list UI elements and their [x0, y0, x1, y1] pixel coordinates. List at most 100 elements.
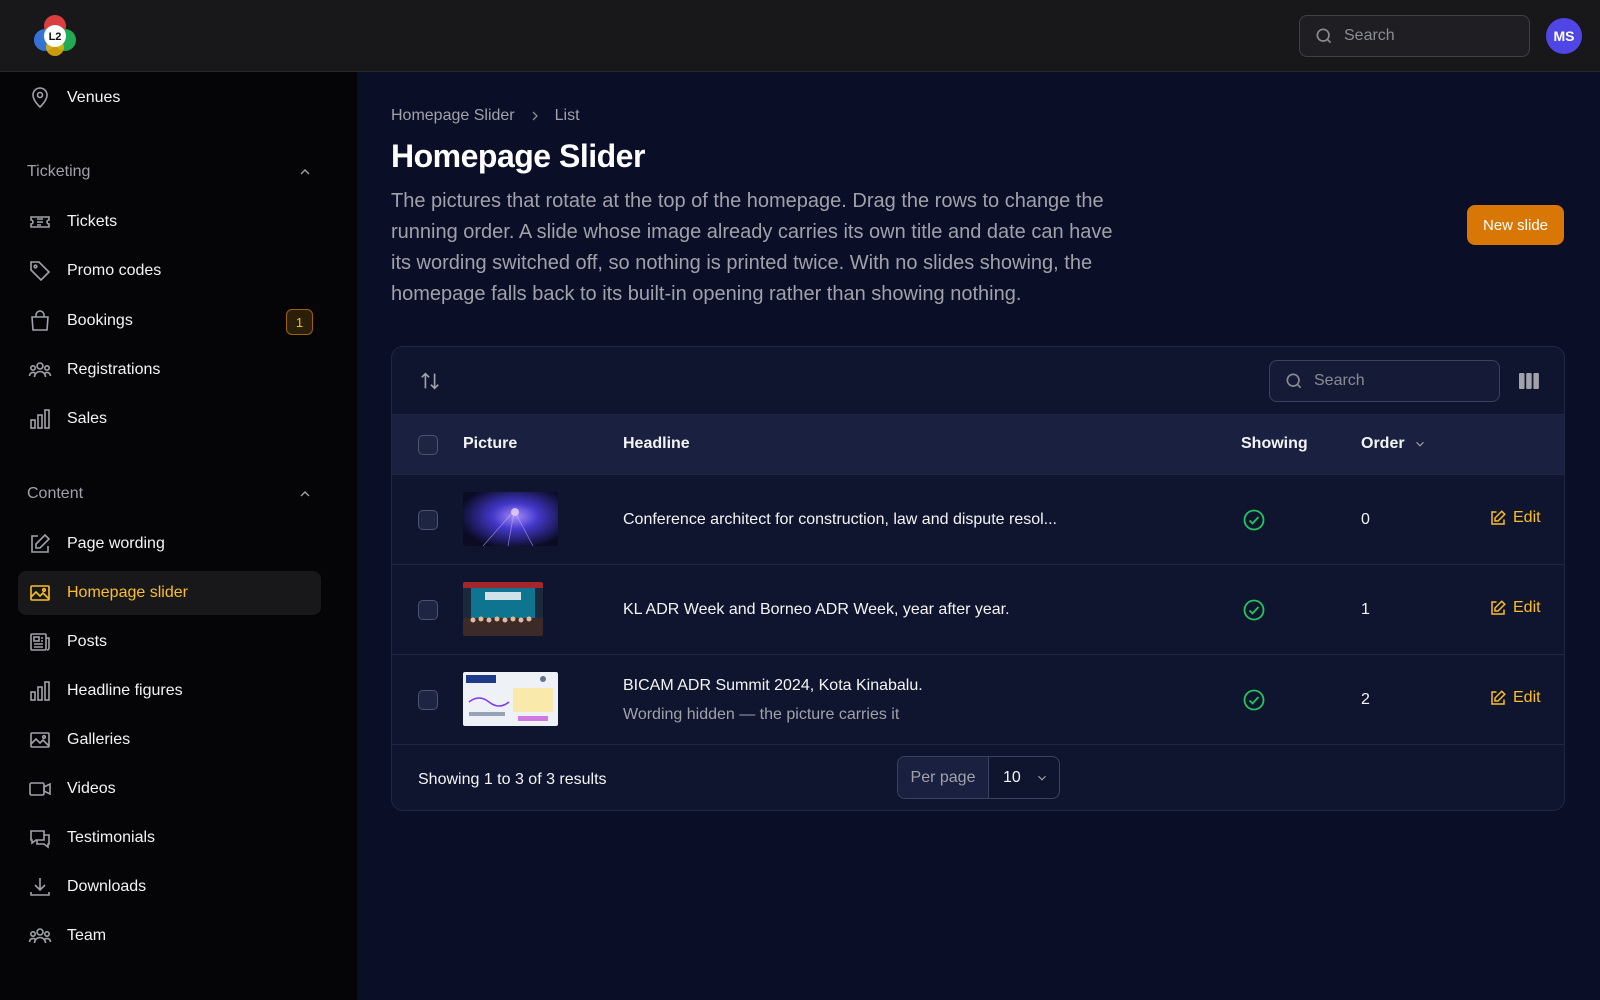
table-toolbar: [392, 347, 1564, 415]
ticket-icon: [30, 216, 50, 228]
slide-headline: Conference architect for construction, l…: [623, 511, 1057, 528]
results-summary: Showing 1 to 3 of 3 results: [418, 771, 607, 788]
row-checkbox[interactable]: [418, 600, 438, 620]
global-search-input[interactable]: [1344, 27, 1504, 45]
sidebar-item-tickets[interactable]: Tickets: [18, 200, 321, 244]
group-header-content[interactable]: Content: [27, 482, 313, 506]
sidebar-item-label: Tickets: [67, 213, 118, 230]
edit-button[interactable]: Edit: [1489, 509, 1541, 527]
slide-headline: KL ADR Week and Borneo ADR Week, year af…: [623, 601, 1010, 618]
breadcrumb: Homepage Slider List: [391, 107, 580, 125]
sidebar-item-label: Promo codes: [67, 262, 162, 279]
group-heading: Content: [27, 485, 84, 502]
sidebar-item-downloads[interactable]: Downloads: [18, 865, 321, 909]
sidebar-item-label: Testimonials: [67, 829, 156, 846]
table-row[interactable]: KL ADR Week and Borneo ADR Week, year af…: [392, 565, 1564, 655]
sidebar-item-team[interactable]: Team: [18, 914, 321, 958]
per-page-number: 10: [1003, 768, 1021, 786]
per-page-select[interactable]: Per page 10: [897, 756, 1060, 799]
users-icon: [28, 928, 52, 944]
slide-order: 1: [1361, 601, 1370, 618]
select-all-checkbox[interactable]: [418, 435, 438, 455]
edit-label: Edit: [1513, 599, 1541, 616]
app-logo[interactable]: L2: [33, 14, 77, 58]
column-header-showing: Showing: [1241, 435, 1308, 452]
sidebar-item-label: Venues: [67, 89, 121, 106]
column-header-headline: Headline: [623, 435, 690, 452]
column-header-picture: Picture: [463, 435, 518, 452]
slide-order: 0: [1361, 511, 1370, 528]
sidebar-item-label: Downloads: [67, 878, 147, 895]
sidebar-item-homepage-slider[interactable]: Homepage slider: [18, 571, 321, 615]
sidebar-item-posts[interactable]: Posts: [18, 620, 321, 664]
shopping-bag-icon: [31, 310, 49, 331]
sidebar-item-label: Posts: [67, 633, 108, 650]
table-row[interactable]: Conference architect for construction, l…: [392, 475, 1564, 565]
check-circle-icon: [1243, 599, 1265, 621]
wording-hidden-note: Wording hidden — the picture carries it: [623, 706, 900, 723]
bar-chart-icon: [30, 681, 50, 701]
check-circle-icon: [1243, 509, 1265, 531]
table-footer: Showing 1 to 3 of 3 results Per page 10: [392, 746, 1564, 810]
chevron-up-icon: [300, 169, 310, 175]
search-icon: [1286, 373, 1302, 389]
sidebar-item-videos[interactable]: Videos: [18, 767, 321, 811]
edit-button[interactable]: Edit: [1489, 689, 1541, 707]
sidebar-item-label: Registrations: [67, 361, 161, 378]
group-header-ticketing[interactable]: Ticketing: [27, 160, 313, 184]
global-search[interactable]: [1299, 15, 1530, 57]
edit-button[interactable]: Edit: [1489, 599, 1541, 617]
chevron-down-icon: [1037, 775, 1046, 781]
bookings-count-badge: 1: [286, 309, 313, 335]
top-bar: L2 MS: [0, 0, 1600, 72]
sidebar-item-registrations[interactable]: Registrations: [18, 348, 321, 392]
sidebar-item-bookings[interactable]: Bookings 1: [18, 299, 321, 343]
search-icon: [1316, 28, 1332, 44]
column-header-order[interactable]: Order: [1361, 435, 1427, 453]
breadcrumb-current: List: [554, 107, 580, 124]
table-header: Picture Headline Showing Order: [392, 415, 1564, 475]
sidebar-item-label: Homepage slider: [67, 584, 188, 601]
download-icon: [30, 878, 50, 896]
reorder-icon[interactable]: [419, 370, 441, 392]
sidebar-item-sales[interactable]: Sales: [18, 397, 321, 441]
table-search[interactable]: [1269, 360, 1500, 402]
sidebar-item-label: Page wording: [67, 535, 165, 552]
table-search-input[interactable]: [1314, 372, 1474, 390]
sidebar-item-label: Sales: [67, 410, 108, 427]
users-icon: [28, 362, 52, 378]
newspaper-icon: [30, 633, 50, 651]
chevron-down-icon: [1415, 441, 1424, 447]
slide-thumbnail: [463, 582, 543, 636]
sidebar-item-galleries[interactable]: Galleries: [18, 718, 321, 762]
slide-headline: BICAM ADR Summit 2024, Kota Kinabalu.: [623, 677, 923, 694]
bar-chart-icon: [30, 409, 50, 429]
sidebar-item-promo-codes[interactable]: Promo codes: [18, 249, 321, 293]
user-avatar[interactable]: MS: [1546, 18, 1582, 54]
chevron-up-icon: [300, 491, 310, 497]
sidebar-item-label: Galleries: [67, 731, 131, 748]
breadcrumb-link[interactable]: Homepage Slider: [391, 107, 515, 125]
chat-bubbles-icon: [30, 830, 50, 849]
check-circle-icon: [1243, 689, 1265, 711]
edit-icon: [1491, 510, 1506, 525]
sidebar-item-page-wording[interactable]: Page wording: [18, 522, 321, 566]
per-page-value[interactable]: 10: [989, 757, 1059, 798]
edit-label: Edit: [1513, 689, 1541, 706]
sidebar-item-testimonials[interactable]: Testimonials: [18, 816, 321, 860]
sidebar-item-venues[interactable]: Venues: [18, 76, 321, 120]
sidebar-item-label: Headline figures: [67, 682, 183, 699]
svg-text:L2: L2: [49, 31, 62, 43]
row-checkbox[interactable]: [418, 690, 438, 710]
edit-icon: [1491, 690, 1506, 705]
pencil-square-icon: [31, 533, 51, 553]
table-row[interactable]: BICAM ADR Summit 2024, Kota Kinabalu. Wo…: [392, 655, 1564, 745]
column-header-label: Order: [1361, 435, 1405, 452]
slide-order: 2: [1361, 691, 1370, 708]
row-checkbox[interactable]: [418, 510, 438, 530]
sidebar-item-headline-figures[interactable]: Headline figures: [18, 669, 321, 713]
columns-toggle-icon[interactable]: [1518, 371, 1540, 391]
slide-thumbnail: [463, 672, 558, 726]
video-camera-icon: [29, 782, 51, 796]
new-slide-button[interactable]: New slide: [1467, 205, 1564, 245]
